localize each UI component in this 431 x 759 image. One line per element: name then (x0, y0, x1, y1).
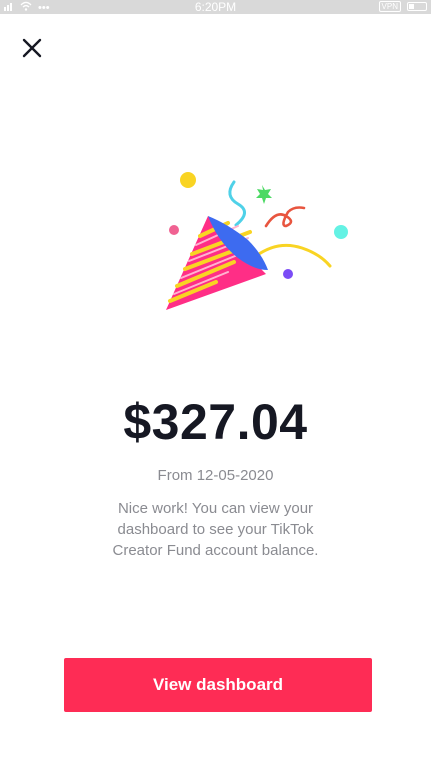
screen: ••• 6:20PM VPN $327.04 From 12-05-2020 N… (0, 0, 431, 759)
close-icon (22, 38, 42, 58)
description-text: Nice work! You can view your dashboard t… (112, 500, 319, 559)
party-popper-icon (158, 170, 358, 320)
status-bar: ••• 6:20PM VPN (0, 0, 431, 14)
battery-icon (407, 2, 427, 11)
vpn-badge: VPN (378, 1, 401, 12)
amount-value: $327.04 (123, 394, 308, 450)
status-right: VPN (378, 1, 427, 12)
close-button[interactable] (20, 36, 44, 60)
date-range: From 12-05-2020 (157, 467, 274, 484)
view-dashboard-button[interactable]: View dashboard (64, 658, 372, 712)
status-time: 6:20PM (194, 0, 237, 14)
